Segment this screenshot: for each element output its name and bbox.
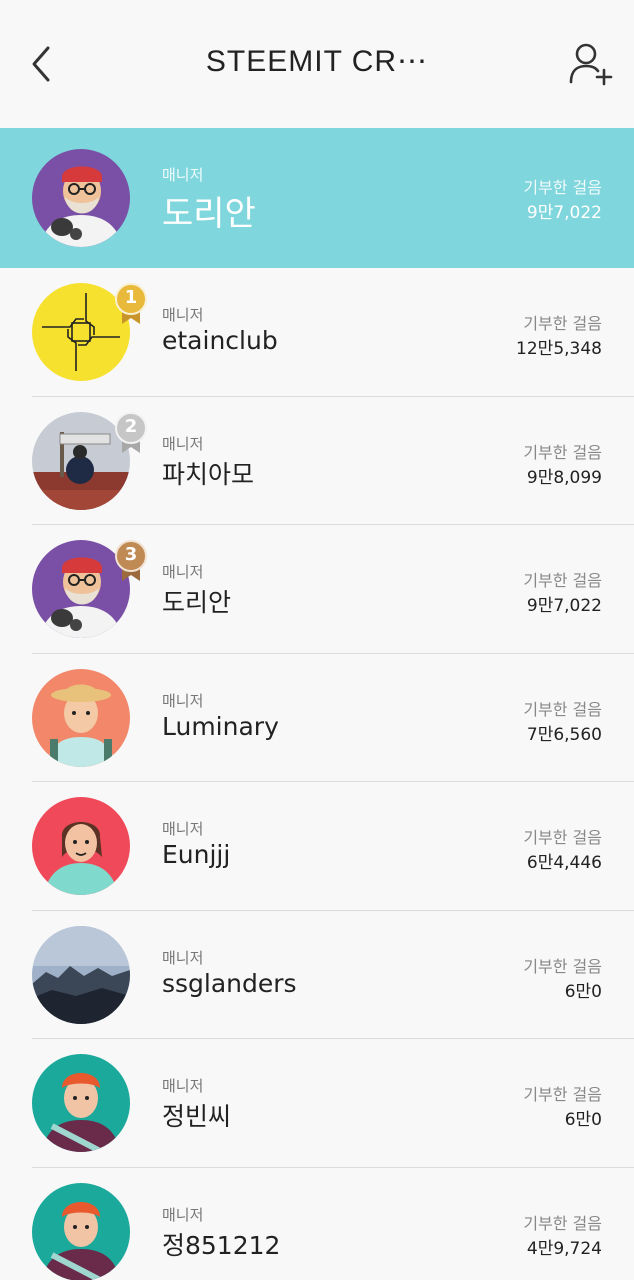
member-name: etainclub bbox=[162, 326, 278, 355]
steps-value: 4만9,724 bbox=[526, 1238, 602, 1259]
avatar bbox=[32, 925, 130, 1024]
role-label: 매니저 bbox=[162, 820, 204, 838]
list-item[interactable]: 3 매니저 도리안 기부한 걸음 9만7,022 bbox=[0, 525, 634, 654]
role-label: 매니저 bbox=[162, 306, 204, 324]
steps-value: 9만7,022 bbox=[526, 203, 602, 223]
steps-label: 기부한 걸음 bbox=[523, 442, 602, 462]
app-header: STEEMIT CR⋯ bbox=[0, 0, 634, 128]
steps-label: 기부한 걸음 bbox=[523, 178, 602, 197]
role-label: 매니저 bbox=[162, 166, 204, 184]
add-person-icon bbox=[569, 43, 613, 86]
rank-medal-2: 2 bbox=[112, 411, 150, 455]
chevron-left-icon bbox=[32, 46, 50, 82]
list-item[interactable]: 매니저 Luminary 기부한 걸음 7만6,560 bbox=[0, 654, 634, 782]
rank-medal-1: 1 bbox=[112, 282, 150, 326]
steps-label: 기부한 걸음 bbox=[523, 828, 602, 847]
role-label: 매니저 bbox=[162, 1205, 204, 1224]
role-label: 매니저 bbox=[162, 691, 204, 710]
rank-number: 1 bbox=[124, 287, 138, 308]
member-name: 정빈씨 bbox=[162, 1102, 232, 1131]
steps-label: 기부한 걸음 bbox=[523, 1085, 602, 1104]
list-item[interactable]: 매니저 ssglanders 기부한 걸음 6만0 bbox=[0, 911, 634, 1039]
steps-value: 9만8,099 bbox=[526, 467, 602, 488]
steps-label: 기부한 걸음 bbox=[523, 314, 602, 333]
steps-label: 기부한 걸음 bbox=[523, 1213, 602, 1233]
role-label: 매니저 bbox=[162, 434, 204, 453]
steps-value: 6만0 bbox=[564, 981, 602, 1002]
role-label: 매니저 bbox=[162, 563, 204, 581]
member-name: 도리안 bbox=[162, 588, 232, 617]
role-label: 매니저 bbox=[162, 948, 204, 967]
member-name: Eunjjj bbox=[162, 840, 231, 869]
member-name: 파치아모 bbox=[162, 459, 255, 489]
list-item[interactable]: 매니저 Eunjjj 기부한 걸음 6만4,446 bbox=[0, 782, 634, 911]
member-name: 정851212 bbox=[162, 1230, 281, 1260]
steps-value: 7만6,560 bbox=[526, 724, 602, 745]
rank-number: 2 bbox=[124, 415, 138, 437]
back-button[interactable] bbox=[24, 40, 64, 88]
steps-label: 기부한 걸음 bbox=[523, 699, 602, 719]
member-name: ssglanders bbox=[162, 968, 297, 998]
avatar bbox=[32, 1054, 130, 1152]
steps-value: 6만4,446 bbox=[526, 853, 602, 873]
avatar bbox=[32, 1182, 130, 1280]
steps-value: 9만7,022 bbox=[526, 596, 602, 616]
avatar bbox=[32, 149, 130, 247]
add-member-button[interactable] bbox=[566, 40, 616, 88]
avatar bbox=[32, 797, 130, 895]
rank-medal-3: 3 bbox=[112, 539, 150, 583]
page-title: STEEMIT CR⋯ bbox=[205, 45, 429, 78]
my-ranking-row[interactable]: 매니저 도리안 기부한 걸음 9만7,022 bbox=[0, 128, 634, 268]
rank-number: 3 bbox=[124, 544, 138, 565]
role-label: 매니저 bbox=[162, 1077, 204, 1095]
list-item[interactable]: 매니저 정851212 기부한 걸음 4만9,724 bbox=[0, 1168, 634, 1280]
avatar bbox=[32, 668, 130, 767]
member-ranking-list: 1 매니저 etainclub 기부한 걸음 12만5,348 2 매니저 파치… bbox=[0, 268, 634, 1280]
list-item[interactable]: 매니저 정빈씨 기부한 걸음 6만0 bbox=[0, 1039, 634, 1168]
member-name: 도리안 bbox=[162, 194, 256, 234]
list-item[interactable]: 1 매니저 etainclub 기부한 걸음 12만5,348 bbox=[0, 268, 634, 397]
steps-value: 6만0 bbox=[564, 1110, 602, 1130]
steps-label: 기부한 걸음 bbox=[523, 571, 602, 590]
steps-label: 기부한 걸음 bbox=[523, 956, 602, 976]
list-item[interactable]: 2 매니저 파치아모 기부한 걸음 9만8,099 bbox=[0, 397, 634, 525]
steps-value: 12만5,348 bbox=[516, 339, 602, 359]
member-name: Luminary bbox=[162, 711, 279, 741]
